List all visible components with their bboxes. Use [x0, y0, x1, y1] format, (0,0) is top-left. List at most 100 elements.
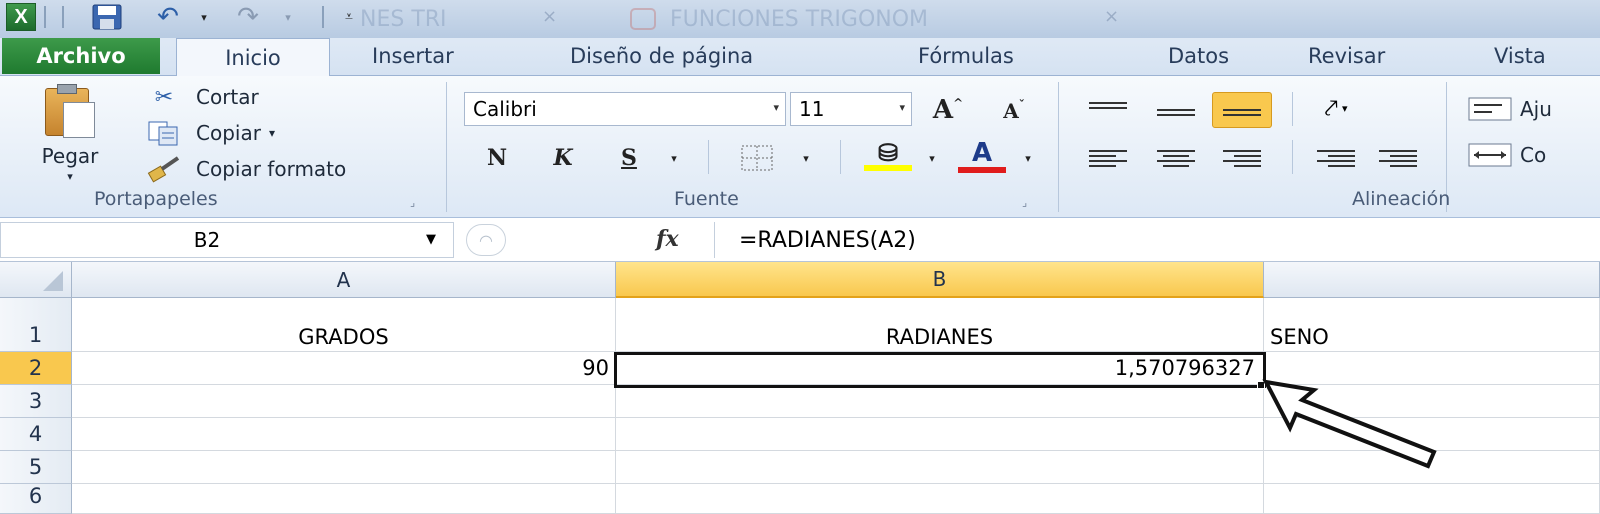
merge-center-label: Co: [1520, 143, 1547, 167]
paint-bucket-icon: ⛁: [877, 138, 899, 167]
redo-icon[interactable]: ↷: [228, 2, 268, 32]
row-header-5[interactable]: 5: [0, 451, 72, 484]
chevron-down-icon[interactable]: ▾: [922, 146, 942, 170]
tab-archivo[interactable]: Archivo: [2, 38, 160, 74]
dialog-launcher-icon[interactable]: ⌟: [1022, 196, 1027, 209]
tab-inicio[interactable]: Inicio: [176, 38, 330, 77]
chevron-down-icon[interactable]: ▾: [773, 101, 779, 114]
increase-indent-icon: [1379, 149, 1417, 167]
group-separator: [1292, 140, 1293, 174]
tab-vista[interactable]: Vista: [1494, 44, 1546, 68]
shrink-font-button[interactable]: Aˇ: [994, 96, 1034, 126]
cell-a2[interactable]: 90: [72, 352, 616, 385]
undo-dropdown-icon[interactable]: ▾: [194, 3, 214, 31]
row-header-1[interactable]: 1: [0, 298, 72, 352]
insert-function-icon[interactable]: fx: [656, 226, 679, 252]
align-middle-button[interactable]: [1146, 92, 1206, 128]
formula-bar: B2 ▼ ◠ fx =RADIANES(A2): [0, 218, 1600, 262]
align-right-icon: [1223, 149, 1261, 167]
tab-revisar[interactable]: Revisar: [1308, 44, 1385, 68]
copy-label: Copiar: [196, 121, 261, 145]
redo-dropdown-icon[interactable]: ▾: [278, 3, 298, 31]
merge-cells-icon: [1466, 140, 1514, 170]
undo-icon[interactable]: ↶: [148, 2, 188, 32]
toolbar-separator: [44, 6, 46, 28]
row-header-3[interactable]: 3: [0, 385, 72, 418]
column-header-c[interactable]: [1264, 262, 1600, 298]
cell-b4[interactable]: [616, 418, 1264, 451]
copy-button[interactable]: Copiar ▾: [144, 118, 275, 148]
column-header-b[interactable]: B: [616, 262, 1264, 298]
save-icon[interactable]: [90, 3, 124, 31]
wrap-text-button[interactable]: Aju: [1466, 94, 1552, 124]
align-bottom-button[interactable]: [1212, 92, 1272, 128]
cell-a5[interactable]: [72, 451, 616, 484]
name-box[interactable]: B2: [0, 222, 454, 258]
cell-a6[interactable]: [72, 484, 616, 514]
increase-indent-button[interactable]: [1368, 140, 1428, 176]
row-header-4[interactable]: 4: [0, 418, 72, 451]
align-top-button[interactable]: [1078, 90, 1138, 126]
chevron-down-icon[interactable]: ▾: [664, 146, 684, 170]
close-tab-icon[interactable]: ×: [1104, 6, 1119, 27]
tab-insertar[interactable]: Insertar: [372, 44, 454, 68]
row-header-2[interactable]: 2: [0, 352, 72, 385]
cell-c6[interactable]: [1264, 484, 1600, 514]
merge-center-button[interactable]: Co: [1466, 140, 1546, 170]
align-bottom-icon: [1223, 104, 1261, 116]
toolbar-separator: [62, 6, 64, 28]
align-center-button[interactable]: [1146, 140, 1206, 176]
annotation-arrow-icon: [1262, 379, 1437, 469]
document-tab[interactable]: FUNCIONES TRIGONOM: [670, 4, 928, 34]
cell-a3[interactable]: [72, 385, 616, 418]
orientation-button[interactable]: ⤤ ▾: [1306, 90, 1366, 126]
chevron-down-icon[interactable]: ▾: [899, 101, 905, 114]
close-tab-icon[interactable]: ×: [542, 6, 557, 27]
decrease-indent-button[interactable]: [1306, 140, 1366, 176]
chevron-down-icon[interactable]: ▾: [67, 170, 73, 183]
align-left-button[interactable]: [1078, 140, 1138, 176]
align-right-button[interactable]: [1212, 140, 1272, 176]
tab-diseno-de-pagina[interactable]: Diseño de página: [570, 44, 753, 68]
cell-c1[interactable]: SENO: [1264, 298, 1600, 352]
excel-logo[interactable]: X: [6, 3, 36, 31]
align-top-icon: [1089, 102, 1127, 114]
cell-b5[interactable]: [616, 451, 1264, 484]
chevron-down-icon[interactable]: ▾: [269, 126, 275, 140]
tab-datos[interactable]: Datos: [1168, 44, 1229, 68]
select-all-button[interactable]: [0, 262, 72, 298]
formula-bar-splitter[interactable]: ◠: [466, 224, 506, 256]
group-separator: [708, 140, 709, 174]
chevron-down-icon[interactable]: ▼: [426, 232, 436, 247]
cell-b1[interactable]: RADIANES: [616, 298, 1264, 352]
format-painter-button[interactable]: Copiar formato: [144, 154, 346, 184]
cell-b2[interactable]: 1,570796327: [616, 352, 1264, 385]
cut-button[interactable]: ✂ Cortar: [144, 82, 259, 112]
dialog-launcher-icon[interactable]: ⌟: [410, 196, 415, 209]
italic-button[interactable]: K: [542, 140, 584, 176]
font-size-select[interactable]: 11 ▾: [790, 92, 912, 126]
underline-button[interactable]: S: [608, 140, 650, 176]
column-header-a[interactable]: A: [72, 262, 616, 298]
row-header-6[interactable]: 6: [0, 484, 72, 514]
cell-b6[interactable]: [616, 484, 1264, 514]
bold-button[interactable]: N: [476, 140, 518, 176]
clipboard-icon: [43, 84, 97, 140]
cell-a1[interactable]: GRADOS: [72, 298, 616, 352]
font-color-button[interactable]: A: [956, 136, 1008, 176]
chevron-down-icon[interactable]: ▾: [1018, 146, 1038, 170]
chevron-down-icon[interactable]: ▾: [796, 146, 816, 170]
fill-color-button[interactable]: ⛁: [862, 136, 914, 176]
cell-b3[interactable]: [616, 385, 1264, 418]
document-tab[interactable]: NES TRI: [360, 4, 447, 34]
paste-button[interactable]: Pegar ▾: [18, 82, 122, 188]
cut-label: Cortar: [196, 85, 259, 109]
tab-formulas[interactable]: Fórmulas: [918, 44, 1014, 68]
formula-input[interactable]: =RADIANES(A2): [714, 222, 1600, 258]
font-name-select[interactable]: Calibri ▾: [464, 92, 786, 126]
chevron-down-icon[interactable]: ▾: [1342, 102, 1348, 115]
borders-button[interactable]: [734, 140, 780, 176]
font-size-value: 11: [799, 97, 825, 121]
grow-font-button[interactable]: A ^: [926, 94, 970, 126]
cell-a4[interactable]: [72, 418, 616, 451]
